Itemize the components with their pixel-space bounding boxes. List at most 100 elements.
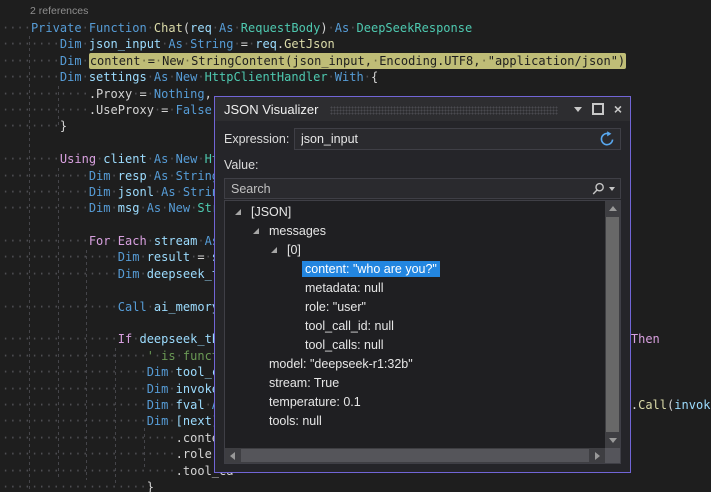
code-token: · <box>147 234 154 248</box>
code-line[interactable]: ····Private·Function·Chat(req·As·Request… <box>2 20 711 36</box>
code-token: · <box>82 21 89 35</box>
code-token: Each <box>118 234 147 248</box>
dialog-titlebar[interactable]: JSON Visualizer × <box>215 97 630 121</box>
tree-node-label: model: "deepseek-r1:32b" <box>266 356 416 372</box>
code-token: Dim <box>147 414 169 428</box>
scroll-left-button[interactable] <box>225 448 240 463</box>
code-line[interactable]: ········Dim·settings·As·New·HttpClientHa… <box>2 69 711 85</box>
tree-node-tool_calls[interactable]: tool_calls: null <box>225 335 605 354</box>
code-token: client <box>103 152 146 166</box>
scroll-down-icon <box>609 438 617 443</box>
code-token: ········ <box>2 119 60 133</box>
tree-node-tool_call_id[interactable]: tool_call_id: null <box>225 316 605 335</box>
refresh-icon[interactable] <box>599 131 615 147</box>
code-token: , <box>205 87 212 101</box>
tree-node-stream[interactable]: stream: True <box>225 373 605 392</box>
maximize-button[interactable] <box>590 100 606 118</box>
tree-node-role[interactable]: role: "user" <box>225 297 605 316</box>
tree-node-label: stream: True <box>266 375 342 391</box>
search-input[interactable] <box>225 182 591 196</box>
code-token: · <box>364 70 371 84</box>
search-icons[interactable] <box>591 182 615 196</box>
window-menu-button[interactable] <box>570 100 586 118</box>
code-token: · <box>234 37 241 51</box>
code-token: req <box>190 21 212 35</box>
code-token: As <box>219 21 233 35</box>
code-token: · <box>82 54 89 68</box>
code-token: ···················· <box>2 398 147 412</box>
vertical-scrollbar[interactable] <box>605 201 620 448</box>
expander-icon[interactable] <box>235 209 241 215</box>
code-token: Then <box>631 332 660 346</box>
horizontal-scroll-thumb[interactable] <box>241 449 589 462</box>
code-token: New <box>176 70 198 84</box>
code-token: invoke <box>176 382 219 396</box>
code-token: · <box>111 169 118 183</box>
tree-node-temperature[interactable]: temperature: 0.1 <box>225 392 605 411</box>
code-line[interactable]: ········Dim·content·=·New·StringContent(… <box>2 53 711 69</box>
code-token: · <box>183 37 190 51</box>
code-token: New <box>176 152 198 166</box>
tree-node-label: tool_call_id: null <box>302 318 397 334</box>
code-token: Dim <box>60 70 82 84</box>
code-token: Dim <box>147 398 169 412</box>
tree-node-tools[interactable]: tools: null <box>225 411 605 430</box>
code-token: Dim <box>60 37 82 51</box>
code-token: result <box>147 250 190 264</box>
tree-node-content[interactable]: content: "who are you?" <box>225 259 605 278</box>
code-token: · <box>147 70 154 84</box>
tree-node-model[interactable]: model: "deepseek-r1:32b" <box>225 354 605 373</box>
code-line[interactable]: ········Dim·json_input·As·String·=·req.G… <box>2 36 711 52</box>
scroll-up-button[interactable] <box>605 201 620 216</box>
code-token: HttpClientHandler <box>205 70 328 84</box>
code-token: . <box>631 398 638 412</box>
code-token: · <box>111 201 118 215</box>
json-tree-panel: [JSON]messages [0]content: "who are you?"… <box>224 200 621 464</box>
expander-icon[interactable] <box>253 228 259 234</box>
code-token: ········ <box>2 70 60 84</box>
code-token: · <box>139 201 146 215</box>
expression-input[interactable] <box>295 129 620 149</box>
horizontal-scrollbar[interactable] <box>225 448 605 463</box>
codelens-references[interactable]: 2 references <box>30 5 88 17</box>
code-token: Call <box>118 300 147 314</box>
code-token: · <box>147 152 154 166</box>
code-token: .UseProxy <box>89 103 154 117</box>
code-token: Chat <box>154 21 183 35</box>
code-token: GetJson <box>284 37 335 51</box>
code-token: ············ <box>2 234 89 248</box>
tree-node-messages[interactable]: messages <box>225 221 605 240</box>
tree-node-label: tools: null <box>266 413 325 429</box>
code-token: DeepSeekResponse <box>356 21 472 35</box>
vs-editor-window: 2 references ····Private·Function·Chat(r… <box>0 0 711 492</box>
code-token: } <box>60 119 67 133</box>
code-token: False <box>176 103 212 117</box>
code-token: ························ <box>2 447 176 461</box>
scroll-left-icon <box>230 452 235 460</box>
tree-node-[0][interactable]: [0] <box>225 240 605 259</box>
scroll-down-button[interactable] <box>605 433 620 448</box>
highlighted-code: content·=·New·StringContent(json_input,·… <box>89 53 626 69</box>
code-token: As <box>335 21 349 35</box>
code-token: · <box>176 185 183 199</box>
scroll-right-button[interactable] <box>590 448 605 463</box>
expander-icon[interactable] <box>271 247 277 253</box>
code-token: Using <box>60 152 96 166</box>
code-token: resp <box>118 169 147 183</box>
search-icon <box>591 182 605 196</box>
tree-node-[JSON][interactable]: [JSON] <box>225 202 605 221</box>
code-token: ········ <box>2 37 60 51</box>
code-token: stream <box>154 234 197 248</box>
code-token: As <box>168 37 182 51</box>
close-button[interactable]: × <box>610 100 626 118</box>
code-token: { <box>371 70 378 84</box>
code-token: If <box>118 332 132 346</box>
tree-node-label: [0] <box>284 242 304 258</box>
code-token: [next] <box>176 414 219 428</box>
tree-node-metadata[interactable]: metadata: null <box>225 278 605 297</box>
code-token: RequestBody <box>241 21 321 35</box>
code-line[interactable]: ····················} <box>2 479 711 492</box>
vertical-scroll-thumb[interactable] <box>606 217 619 432</box>
code-token: · <box>139 267 146 281</box>
code-token: ) <box>320 21 327 35</box>
